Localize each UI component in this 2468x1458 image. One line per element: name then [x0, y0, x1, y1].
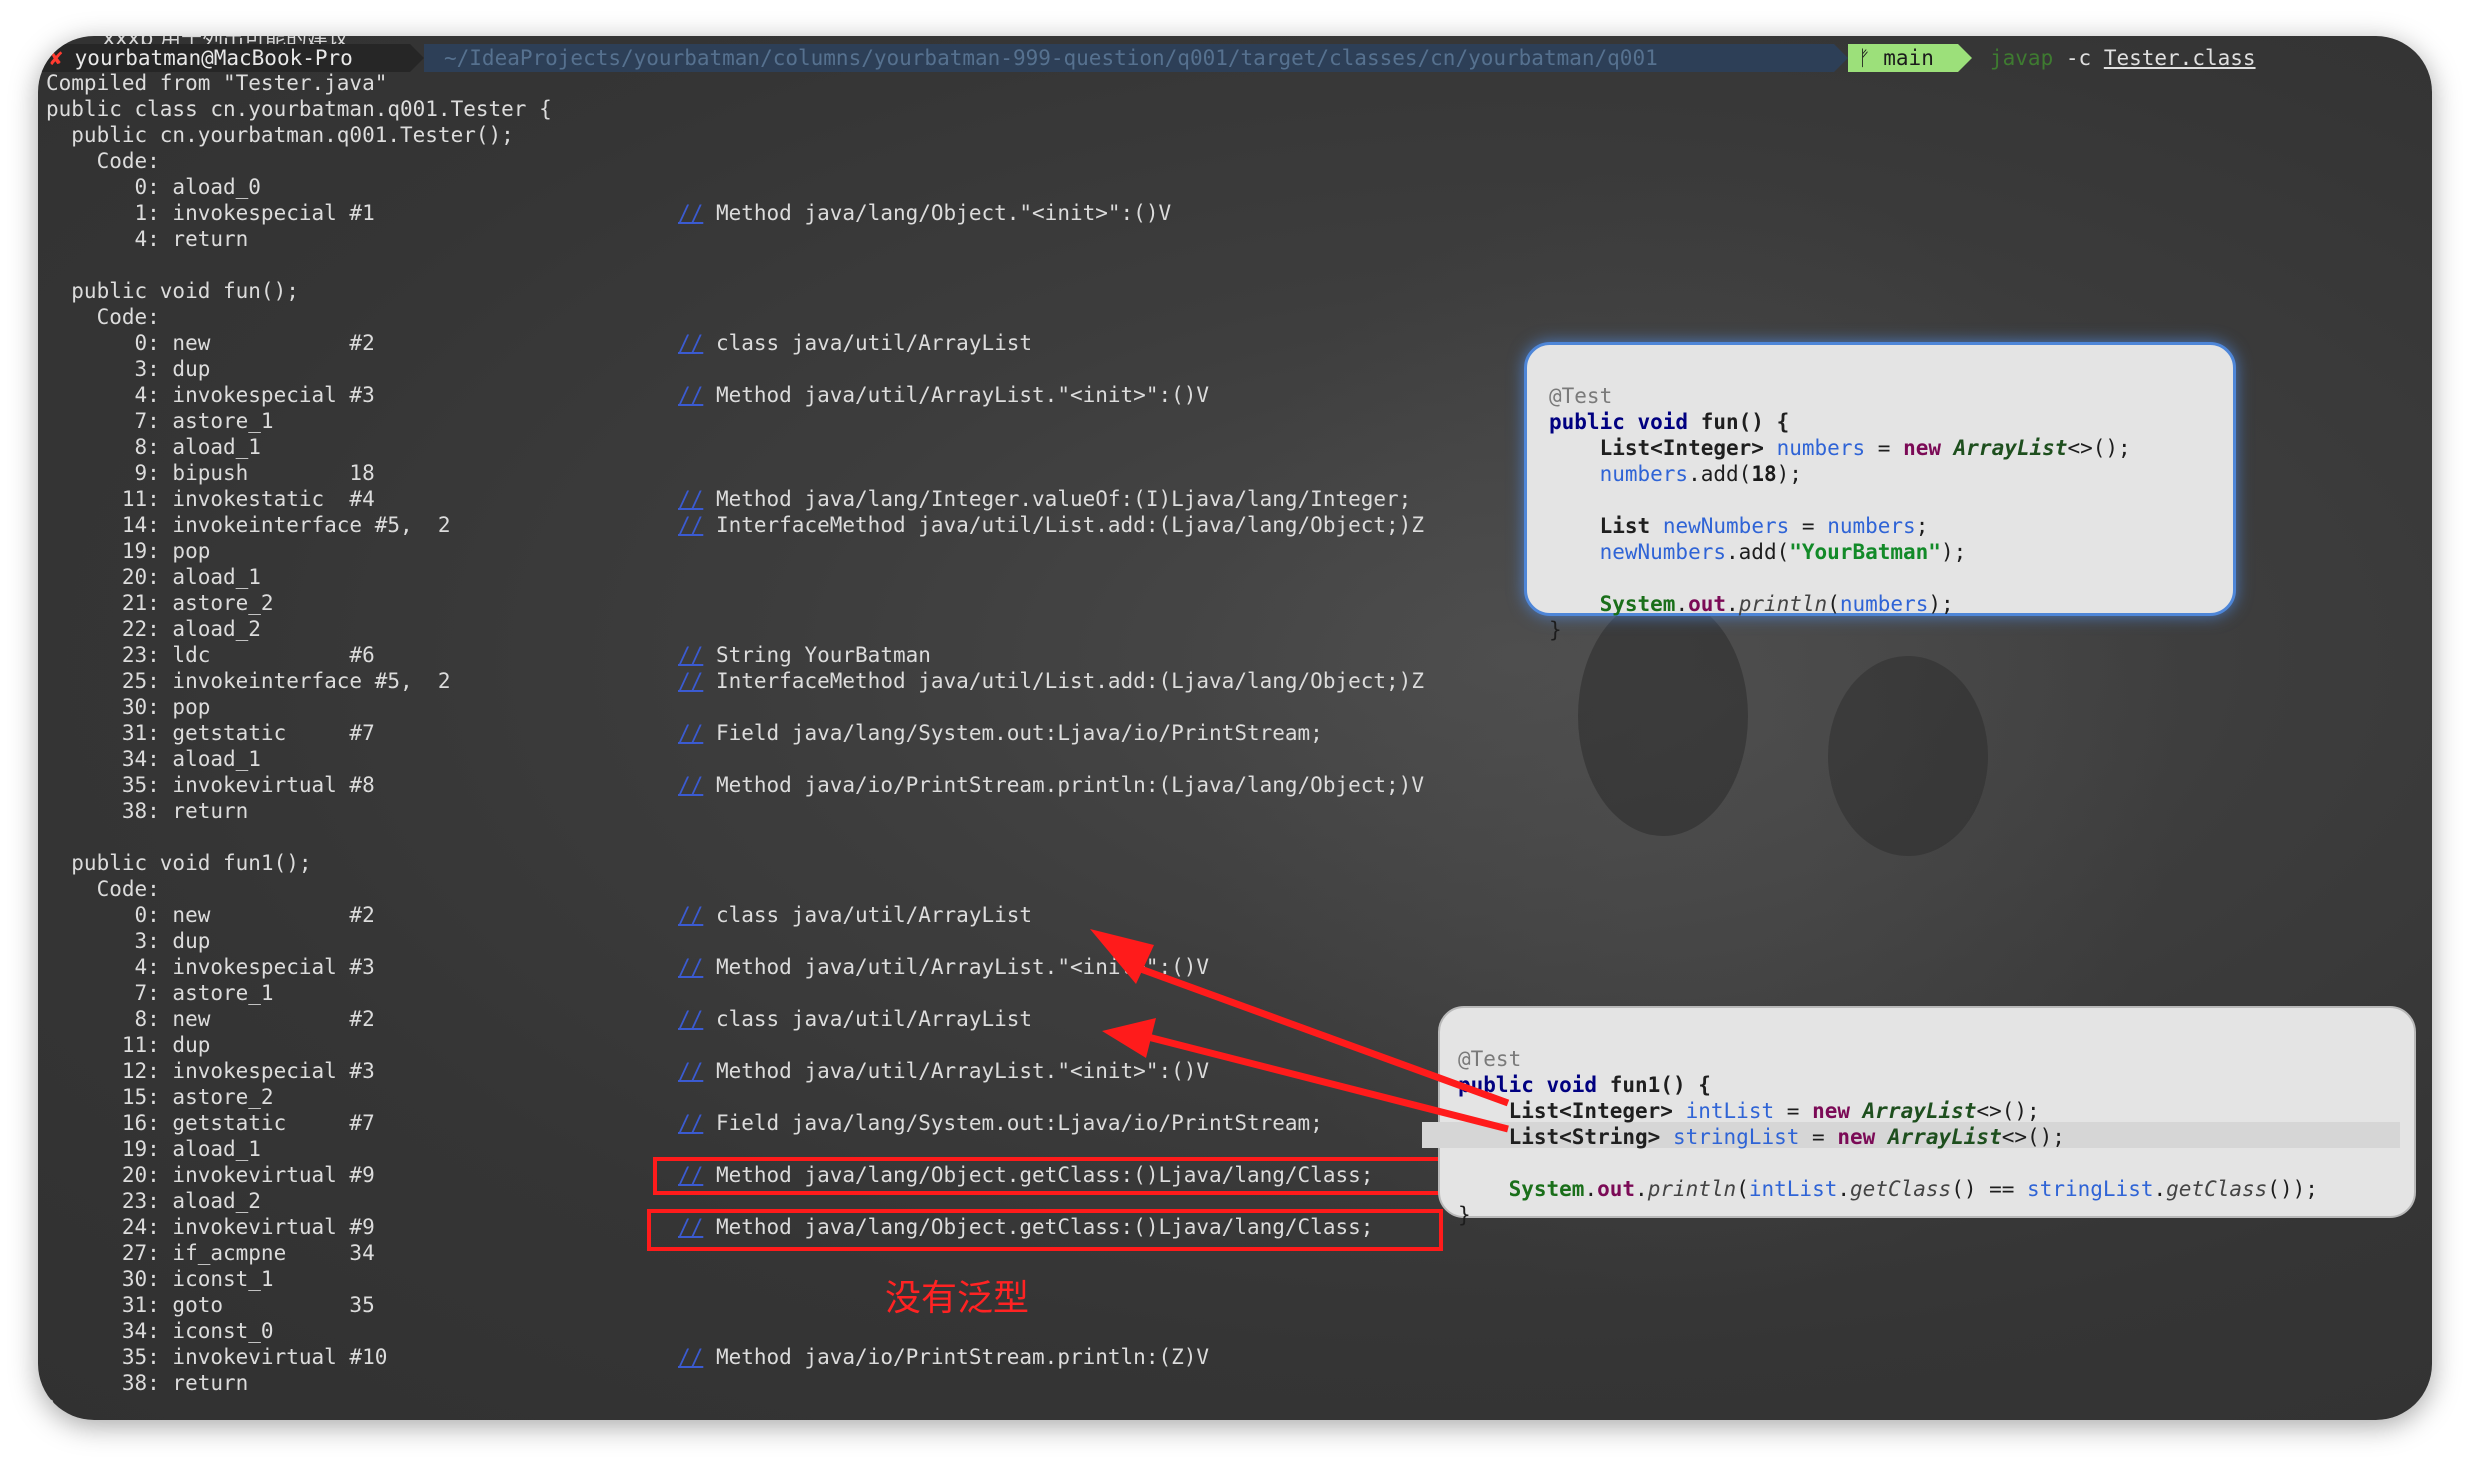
annotation-arrows	[1090, 929, 1510, 1133]
terminal-window: xxxp 用于列出可能的建议 ✘ yourbatman@MacBook-Pro ~…	[38, 36, 2432, 1420]
arrow-head-1	[1090, 929, 1154, 984]
arrow-head-2	[1102, 1018, 1156, 1058]
